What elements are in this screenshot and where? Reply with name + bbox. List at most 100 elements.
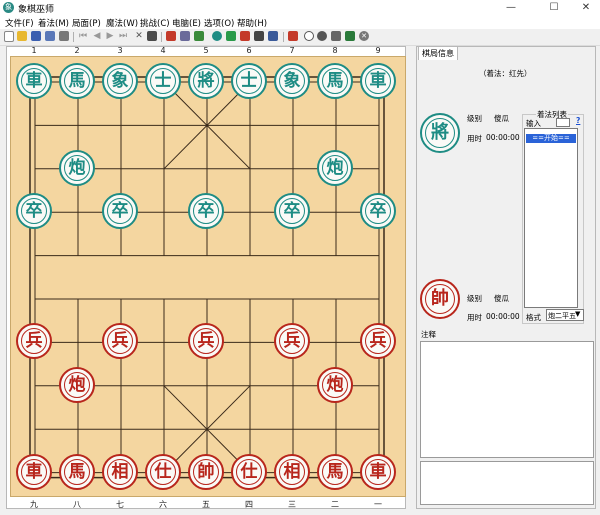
file-label-top: 8 bbox=[332, 46, 338, 55]
piece-label: 炮 bbox=[326, 157, 344, 178]
format-label: 格式 bbox=[526, 313, 541, 322]
piece-label: 象 bbox=[283, 71, 301, 91]
chart-icon[interactable] bbox=[331, 31, 341, 41]
last-move-icon[interactable]: ⏭ bbox=[118, 31, 128, 41]
piece-label: 馬 bbox=[68, 71, 86, 91]
format-select[interactable]: 炮二平五 ▼ bbox=[546, 309, 584, 321]
piece-label: 士 bbox=[154, 71, 172, 91]
red-piece[interactable]: 兵 bbox=[102, 323, 138, 360]
black-piece[interactable]: 馬 bbox=[59, 63, 95, 99]
red-piece[interactable]: 兵 bbox=[360, 323, 396, 360]
red-piece[interactable]: 車 bbox=[16, 453, 52, 490]
timer-icon[interactable] bbox=[254, 31, 264, 41]
close-button[interactable]: ✕ bbox=[572, 1, 600, 15]
book-icon[interactable] bbox=[180, 31, 190, 41]
maximize-button[interactable]: ☐ bbox=[540, 1, 568, 15]
black-piece[interactable]: 車 bbox=[16, 63, 52, 99]
black-piece[interactable]: 卒 bbox=[274, 193, 310, 230]
red-piece[interactable]: 馬 bbox=[317, 453, 353, 490]
file-label-bottom: 五 bbox=[202, 500, 210, 509]
black-piece[interactable]: 卒 bbox=[360, 193, 396, 230]
save-as-icon[interactable] bbox=[45, 31, 55, 41]
red-piece[interactable]: 炮 bbox=[317, 366, 353, 403]
piece-label: 卒 bbox=[197, 201, 215, 222]
red-piece[interactable]: 兵 bbox=[188, 323, 224, 360]
help-link[interactable]: ? bbox=[576, 116, 580, 125]
menu-challenge[interactable]: 挑战(C) bbox=[140, 17, 170, 29]
black-piece[interactable]: 炮 bbox=[59, 149, 95, 186]
settings-icon[interactable] bbox=[288, 31, 298, 41]
menu-options[interactable]: 选项(O) bbox=[204, 17, 234, 29]
piece-label: 兵 bbox=[369, 331, 387, 352]
piece-label: 炮 bbox=[68, 374, 86, 395]
black-time-value: 00:00:00 bbox=[486, 133, 520, 142]
analyze-icon[interactable] bbox=[226, 31, 236, 41]
black-piece[interactable]: 象 bbox=[102, 63, 138, 99]
menu-magic[interactable]: 魔法(W) bbox=[106, 17, 138, 29]
black-level-value: 傻瓜 bbox=[494, 114, 509, 123]
open-folder-icon[interactable] bbox=[17, 31, 27, 41]
notes-textarea[interactable] bbox=[420, 341, 594, 458]
prev-move-icon[interactable]: ◀ bbox=[92, 31, 102, 41]
black-general-avatar: 將 bbox=[420, 113, 460, 153]
toolbar: ⏮ ◀ ▶ ⏭ ✕ ✕ bbox=[0, 29, 600, 46]
new-file-icon[interactable] bbox=[4, 31, 14, 42]
menu-file[interactable]: 文件(F) bbox=[5, 17, 34, 29]
move-list[interactable]: ==开始== bbox=[524, 128, 578, 308]
black-piece[interactable]: 卒 bbox=[188, 193, 224, 230]
file-label-bottom: 九 bbox=[30, 500, 38, 509]
piece-label: 將 bbox=[197, 71, 215, 91]
red-piece[interactable]: 馬 bbox=[59, 453, 95, 490]
black-piece[interactable]: 士 bbox=[145, 63, 181, 99]
chess-board[interactable] bbox=[10, 56, 406, 497]
red-piece[interactable]: 帥 bbox=[188, 453, 224, 490]
link-icon[interactable] bbox=[212, 31, 222, 41]
file-label-bottom: 四 bbox=[245, 500, 253, 509]
black-piece[interactable]: 車 bbox=[360, 63, 396, 99]
clock-icon[interactable] bbox=[304, 31, 314, 41]
wheel-icon[interactable] bbox=[317, 31, 327, 41]
save-icon[interactable] bbox=[31, 31, 41, 41]
black-piece[interactable]: 卒 bbox=[16, 193, 52, 230]
menu-computer[interactable]: 电脑(E) bbox=[172, 17, 201, 29]
screen-icon[interactable] bbox=[345, 31, 355, 41]
red-piece[interactable]: 兵 bbox=[274, 323, 310, 360]
red-piece[interactable]: 炮 bbox=[59, 366, 95, 403]
cut-icon[interactable] bbox=[240, 31, 250, 41]
black-piece[interactable]: 卒 bbox=[102, 193, 138, 230]
black-piece[interactable]: 炮 bbox=[317, 149, 353, 186]
piece-label: 兵 bbox=[283, 331, 301, 352]
black-piece[interactable]: 將 bbox=[188, 63, 224, 99]
undo-icon[interactable]: ✕ bbox=[134, 31, 144, 41]
red-piece[interactable]: 兵 bbox=[16, 323, 52, 360]
tab-game-info[interactable]: 棋局信息 bbox=[418, 46, 458, 61]
sound-icon[interactable] bbox=[268, 31, 278, 41]
move-list-item-start[interactable]: ==开始== bbox=[526, 134, 576, 143]
print-icon[interactable] bbox=[59, 31, 69, 41]
menu-moves[interactable]: 着法(M) bbox=[38, 17, 69, 29]
menu-help[interactable]: 帮助(H) bbox=[237, 17, 267, 29]
first-move-icon[interactable]: ⏮ bbox=[78, 31, 88, 41]
chevron-down-icon: ▼ bbox=[575, 310, 581, 318]
piece-label: 車 bbox=[25, 461, 43, 482]
piece-label: 兵 bbox=[25, 331, 43, 352]
red-piece[interactable]: 仕 bbox=[231, 453, 267, 490]
minimize-button[interactable]: — bbox=[497, 1, 525, 15]
edit-icon[interactable] bbox=[194, 31, 204, 41]
copy-icon[interactable] bbox=[147, 31, 157, 41]
piece-label: 馬 bbox=[326, 461, 344, 482]
first-move-text: （着法：红先） bbox=[479, 69, 532, 78]
red-piece[interactable]: 相 bbox=[102, 453, 138, 490]
red-piece[interactable]: 相 bbox=[274, 453, 310, 490]
black-piece[interactable]: 象 bbox=[274, 63, 310, 99]
red-piece[interactable]: 仕 bbox=[145, 453, 181, 490]
black-piece[interactable]: 馬 bbox=[317, 63, 353, 99]
next-move-icon[interactable]: ▶ bbox=[105, 31, 115, 41]
move-input-field[interactable] bbox=[556, 118, 570, 127]
black-piece[interactable]: 士 bbox=[231, 63, 267, 99]
stop-icon[interactable]: ✕ bbox=[359, 31, 369, 41]
secondary-text-area[interactable] bbox=[420, 461, 594, 505]
paste-icon[interactable] bbox=[166, 31, 176, 41]
red-piece[interactable]: 車 bbox=[360, 453, 396, 490]
menu-position[interactable]: 局面(P) bbox=[72, 17, 101, 29]
